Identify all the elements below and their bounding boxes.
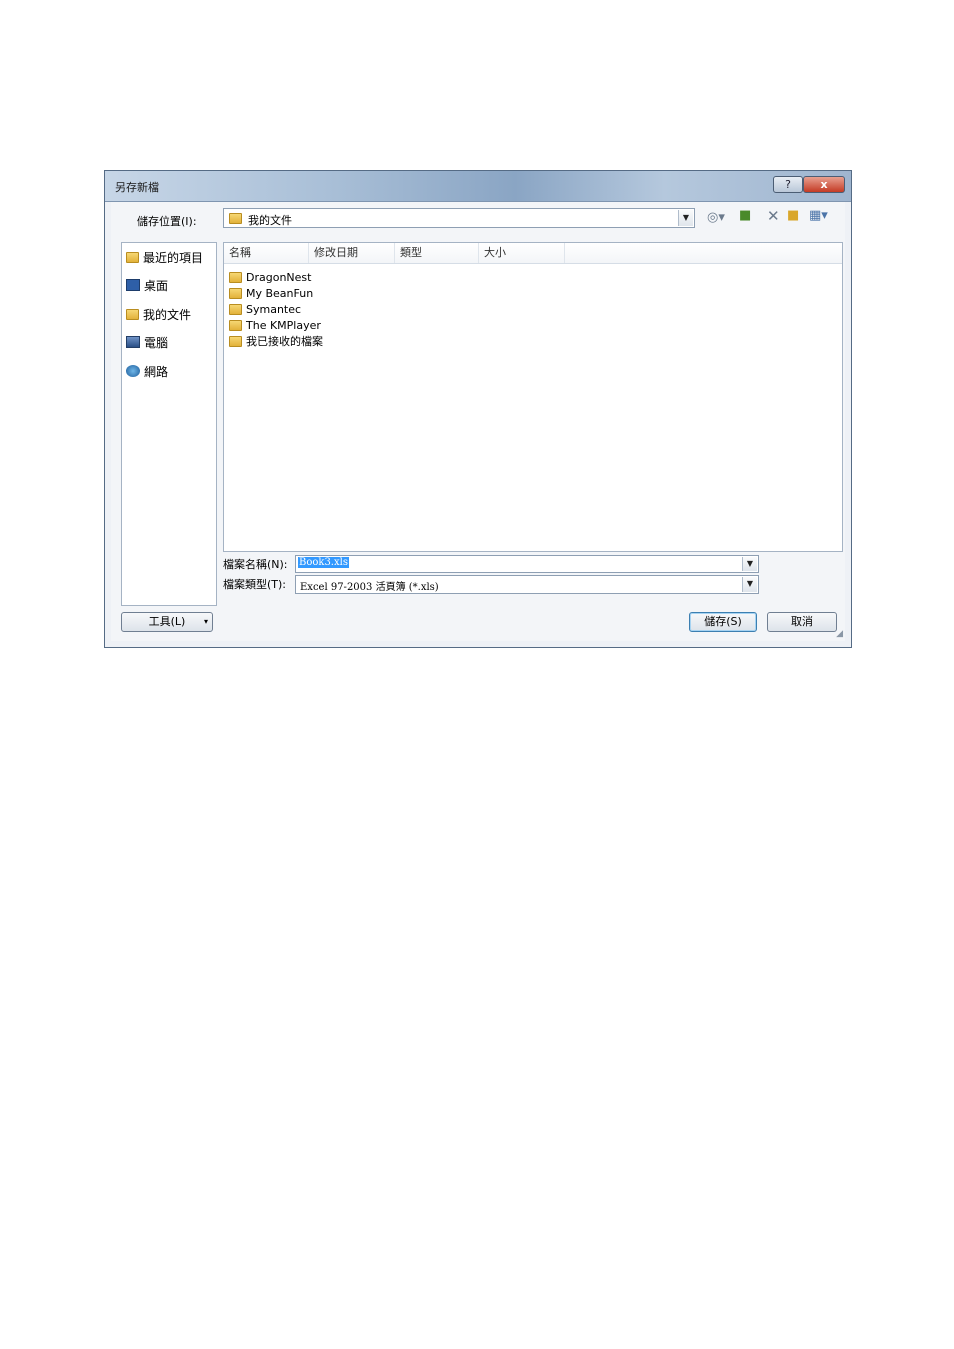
filetype-value: Excel 97-2003 活頁簿 (*.xls) — [300, 582, 439, 593]
computer-icon — [126, 336, 140, 348]
filename-input[interactable]: Book3.xls ▼ — [295, 555, 759, 573]
up-folder-icon[interactable]: ■ — [739, 208, 751, 223]
desktop-icon — [126, 279, 140, 291]
folder-icon — [229, 303, 242, 315]
new-folder-icon[interactable]: ■ — [787, 208, 799, 223]
chevron-down-icon[interactable]: ▼ — [678, 210, 693, 226]
dialog-title: 另存新檔 — [115, 181, 159, 194]
help-button[interactable]: ? — [773, 176, 803, 193]
list-item[interactable]: Symantec — [229, 301, 301, 317]
column-header-row: 名稱 修改日期 類型 大小 — [224, 243, 842, 264]
cancel-button[interactable]: 取消 — [767, 612, 837, 632]
file-name: Symantec — [246, 302, 302, 316]
place-label: 桌面 — [144, 278, 169, 293]
place-label: 我的文件 — [143, 307, 192, 322]
place-network[interactable]: 網路 — [126, 361, 168, 381]
filename-label: 檔案名稱(N): — [223, 558, 288, 571]
folder-icon — [229, 271, 242, 283]
place-recent[interactable]: 最近的項目 — [126, 247, 203, 267]
list-item[interactable]: My BeanFun — [229, 285, 313, 301]
place-label: 最近的項目 — [143, 250, 204, 265]
location-value: 我的文件 — [248, 214, 292, 227]
folder-icon — [229, 319, 242, 331]
network-icon — [126, 365, 140, 377]
column-name[interactable]: 名稱 — [224, 243, 309, 263]
column-type[interactable]: 類型 — [395, 243, 479, 263]
close-button[interactable]: x — [803, 176, 845, 193]
folder-icon — [126, 251, 139, 263]
column-modified[interactable]: 修改日期 — [309, 243, 395, 263]
delete-icon[interactable]: ✕ — [767, 207, 780, 225]
tools-button[interactable]: 工具(L) ▾ — [121, 612, 213, 632]
places-bar: 最近的項目 桌面 我的文件 電腦 網路 — [121, 242, 217, 606]
folder-icon — [229, 213, 242, 224]
file-name: My BeanFun — [246, 286, 314, 300]
list-item[interactable]: DragonNest — [229, 269, 311, 285]
title-bar: 另存新檔 ? x — [105, 171, 851, 202]
file-list[interactable]: 名稱 修改日期 類型 大小 DragonNest My BeanFun Syma… — [223, 242, 843, 552]
views-icon[interactable]: ▦▾ — [809, 208, 828, 223]
dialog-body: 儲存位置(I): 我的文件 ▼ ◎▾ ■ ✕ ■ ▦▾ 最近的項目 桌面 我的文… — [111, 202, 845, 641]
location-dropdown[interactable]: 我的文件 ▼ — [223, 208, 695, 228]
save-as-dialog: 另存新檔 ? x 儲存位置(I): 我的文件 ▼ ◎▾ ■ ✕ ■ ▦▾ 最近的… — [104, 170, 852, 648]
chevron-down-icon[interactable]: ▼ — [742, 577, 757, 592]
documents-icon — [126, 308, 139, 320]
tools-label: 工具(L) — [148, 615, 186, 628]
filetype-dropdown[interactable]: Excel 97-2003 活頁簿 (*.xls) ▼ — [295, 575, 759, 594]
list-item[interactable]: 我已接收的檔案 — [229, 333, 323, 349]
place-desktop[interactable]: 桌面 — [126, 275, 168, 295]
place-label: 電腦 — [144, 335, 169, 350]
resize-grip-icon[interactable]: ◢ — [836, 629, 843, 639]
chevron-down-icon[interactable]: ▼ — [742, 557, 757, 571]
file-name: The KMPlayer — [246, 318, 321, 332]
column-size[interactable]: 大小 — [479, 243, 565, 263]
location-label: 儲存位置(I): — [137, 215, 197, 228]
folder-icon — [229, 335, 242, 347]
file-name: 我已接收的檔案 — [246, 335, 323, 348]
file-name: DragonNest — [246, 270, 312, 284]
folder-icon — [229, 287, 242, 299]
place-computer[interactable]: 電腦 — [126, 332, 168, 352]
place-label: 網路 — [144, 364, 169, 379]
back-icon[interactable]: ◎▾ — [707, 210, 725, 225]
filetype-label: 檔案類型(T): — [223, 578, 287, 591]
list-item[interactable]: The KMPlayer — [229, 317, 321, 333]
save-button[interactable]: 儲存(S) — [689, 612, 757, 632]
place-documents[interactable]: 我的文件 — [126, 304, 191, 324]
filename-value: Book3.xls — [298, 557, 349, 568]
chevron-down-icon: ▾ — [203, 617, 208, 626]
